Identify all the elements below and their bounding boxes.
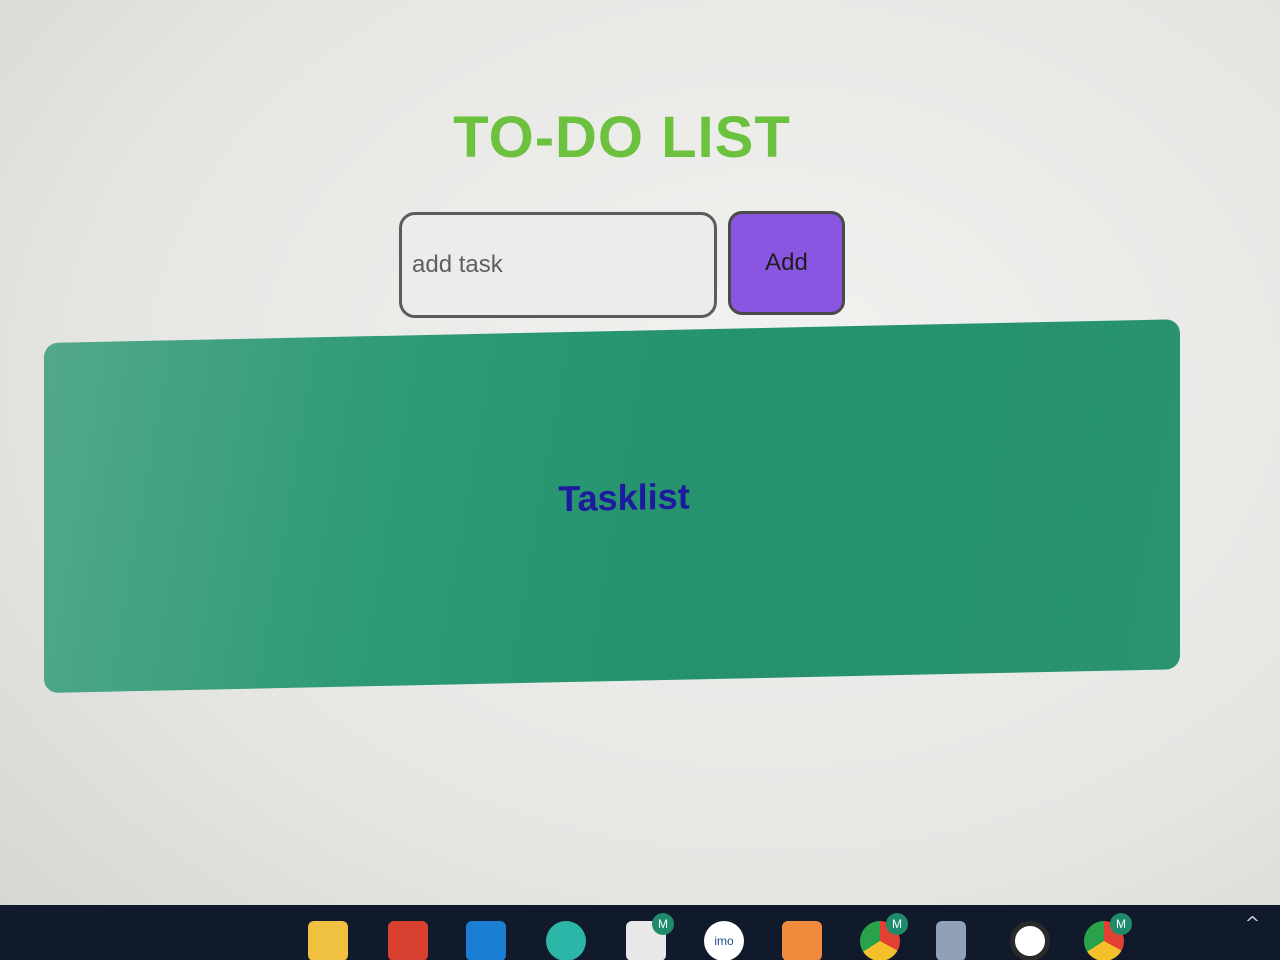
chrome-icon[interactable]: M	[860, 913, 908, 960]
vscode-icon[interactable]	[466, 921, 506, 960]
chrome-icon[interactable]: M	[1084, 913, 1132, 960]
taskbar: M imo M M ^	[0, 905, 1280, 960]
notification-badge: M	[886, 913, 908, 935]
imo-label: imo	[714, 934, 734, 948]
page-title: TO-DO LIST	[453, 105, 791, 170]
add-button[interactable]: Add	[728, 211, 845, 315]
app-badge-icon[interactable]: M	[626, 913, 674, 960]
speedometer-icon[interactable]	[1010, 921, 1050, 960]
tray-chevron-icon[interactable]: ^	[1245, 913, 1260, 934]
calculator-icon[interactable]	[936, 921, 966, 960]
edge-icon[interactable]	[546, 921, 586, 960]
app-orange-icon[interactable]	[782, 921, 822, 960]
notification-badge: M	[652, 913, 674, 935]
file-explorer-icon[interactable]	[308, 921, 348, 960]
tasklist-panel: Tasklist	[44, 319, 1180, 693]
tasklist-label: Tasklist	[558, 475, 690, 520]
notification-badge: M	[1110, 913, 1132, 935]
app-red-icon[interactable]	[388, 921, 428, 960]
imo-icon[interactable]: imo	[704, 921, 744, 960]
task-input[interactable]	[399, 212, 717, 318]
